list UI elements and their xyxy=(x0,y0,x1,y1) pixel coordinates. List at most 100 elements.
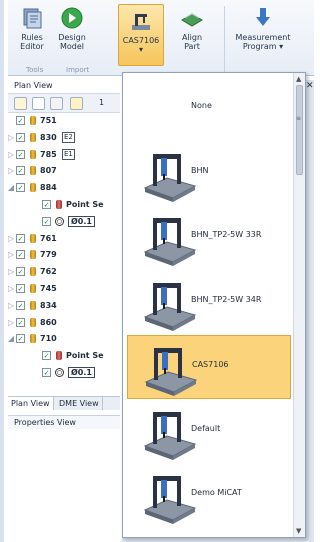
tree-expander-icon[interactable]: ▷ xyxy=(8,131,15,144)
tree-expander-icon[interactable]: ▷ xyxy=(8,265,15,278)
tab-dme-view[interactable]: DME View xyxy=(56,397,103,410)
tree-row[interactable]: ◢ ✓ 884 xyxy=(8,181,120,194)
tree-expander-icon[interactable]: ▷ xyxy=(8,282,15,295)
tree-row[interactable]: ▷ ✓ 761 xyxy=(8,232,120,245)
tree-checkbox[interactable]: ✓ xyxy=(16,317,25,327)
tree-checkbox[interactable]: ✓ xyxy=(16,166,25,176)
left-panel-tabs: Plan View DME View xyxy=(8,396,120,410)
machine-option[interactable]: None xyxy=(127,77,291,141)
measurement-program-button[interactable]: Measurement Program ▾ xyxy=(230,6,296,66)
warning-filter-icon[interactable] xyxy=(70,97,83,110)
machine-dropdown: None BHN BHN_TP2-5W 33R BHN_TP2-5W 34R CAS71… xyxy=(122,72,306,538)
machine-option-label: BHN_TP2-5W 33R xyxy=(191,230,262,239)
align-part-icon xyxy=(181,13,203,27)
tree-row-label: 785 xyxy=(40,149,57,159)
tree-checkbox[interactable]: ✓ xyxy=(16,183,25,193)
tree-expander-icon[interactable]: ▷ xyxy=(8,248,15,261)
tree-row-label: 860 xyxy=(40,317,57,327)
ribbon-separator xyxy=(224,6,225,72)
tree-row[interactable]: ✓ Point Se xyxy=(8,198,120,211)
cmm-machine-thumbnail-icon xyxy=(139,273,199,333)
tree-expander-icon[interactable]: ▷ xyxy=(8,164,15,177)
machine-option-label: None xyxy=(191,101,212,110)
tree-row[interactable]: ✓ Point Se xyxy=(8,349,120,362)
tree-row-label: 807 xyxy=(40,166,57,176)
scrollbar-thumb[interactable] xyxy=(296,85,303,175)
rules-editor-label: Rules Editor xyxy=(20,33,44,51)
align-part-label: Align Part xyxy=(181,33,203,51)
machine-option[interactable]: CAS7106 xyxy=(127,335,291,399)
tree-row[interactable]: ▷ ✓ 785 E1 xyxy=(8,148,120,161)
tab-plan-view[interactable]: Plan View xyxy=(8,397,54,410)
group-label-tools: Tools xyxy=(26,66,44,74)
machine-option[interactable]: BHN_TP2-5W 34R xyxy=(127,271,291,335)
cmm-machine-thumbnail-icon xyxy=(139,402,199,462)
part-cylinder-icon xyxy=(30,284,36,293)
tree-row[interactable]: ▷ ✓ 830 E2 xyxy=(8,131,120,144)
tree-row[interactable]: ✓ Ø0.1 xyxy=(8,215,120,228)
group-label-import: Import xyxy=(66,66,90,74)
tree-checkbox[interactable]: ✓ xyxy=(16,233,25,243)
cmm-machine-thumbnail-icon xyxy=(139,144,199,204)
tree-row[interactable]: ▷ ✓ 860 xyxy=(8,316,120,329)
tree-expander-icon[interactable]: ◢ xyxy=(8,181,15,194)
tree-checkbox[interactable]: ✓ xyxy=(16,250,25,260)
tree-row[interactable]: ▷ ✓ 762 xyxy=(8,265,120,278)
tree-row-label: Point Se xyxy=(66,351,104,361)
tree-checkbox[interactable]: ✓ xyxy=(16,132,25,142)
tree-checkbox[interactable]: ✓ xyxy=(16,149,25,159)
machine-option[interactable]: Demo MiCAT xyxy=(127,464,291,528)
tree-checkbox[interactable]: ✓ xyxy=(42,351,51,361)
tree-expander-icon[interactable]: ▷ xyxy=(8,299,15,312)
tree-row[interactable]: ✓ Ø0.1 xyxy=(8,366,120,379)
tree-checkbox[interactable]: ✓ xyxy=(42,368,51,377)
machine-option[interactable]: BHN xyxy=(127,142,291,206)
tree-expander-icon[interactable]: ▷ xyxy=(8,316,15,329)
machine-option-label: BHN_TP2-5W 34R xyxy=(191,294,262,304)
close-icon[interactable]: ✕ xyxy=(306,81,314,91)
tree-checkbox[interactable]: ✓ xyxy=(16,300,25,310)
part-cylinder-icon xyxy=(30,166,36,176)
align-part-button[interactable]: Align Part xyxy=(172,6,212,66)
rules-editor-icon xyxy=(23,8,42,29)
scroll-up-arrow-icon[interactable]: ▲ xyxy=(296,75,301,83)
tree-checkbox[interactable]: ✓ xyxy=(16,267,25,277)
machine-option[interactable]: BHN_TP2-5W 33R xyxy=(127,206,291,270)
tree-row-label: 834 xyxy=(40,300,57,310)
tree-row-label: 710 xyxy=(40,334,57,344)
tree-row-label: 745 xyxy=(40,284,57,293)
tree-checkbox[interactable]: ✓ xyxy=(16,334,25,344)
part-cylinder-icon xyxy=(30,334,36,344)
cmm-machine-icon xyxy=(132,14,150,30)
machine-option[interactable]: Default xyxy=(127,400,291,464)
tree-expander-icon[interactable]: ▷ xyxy=(8,232,15,245)
machine-option-label: Default xyxy=(191,423,221,433)
rules-editor-button[interactable]: Rules Editor xyxy=(14,6,50,66)
machine-option-label: CAS7106 xyxy=(192,360,229,369)
tree-checkbox[interactable]: ✓ xyxy=(16,284,25,293)
tree-row[interactable]: ◢ ✓ 710 xyxy=(8,332,120,345)
tree-checkbox[interactable]: ✓ xyxy=(16,116,25,125)
scroll-down-arrow-icon[interactable]: ▼ xyxy=(296,527,301,535)
tree-expander-icon[interactable]: ◢ xyxy=(8,332,15,345)
design-model-button[interactable]: Design Model xyxy=(52,6,92,66)
part-cylinder-icon xyxy=(30,300,36,310)
tree-row[interactable]: ▷ ✓ 745 xyxy=(8,282,120,295)
part-cylinder-icon xyxy=(30,183,36,193)
dropdown-scrollbar[interactable]: ▲ ≡ ▼ xyxy=(293,73,305,537)
tree-row[interactable]: ▷ ✓ 779 xyxy=(8,248,120,261)
machine-selector-button[interactable]: CAS7106 ▾ xyxy=(118,4,164,66)
tree-row[interactable]: ▷ ✓ 807 xyxy=(8,164,120,177)
tree-checkbox[interactable]: ✓ xyxy=(42,200,51,209)
tree-checkbox[interactable]: ✓ xyxy=(42,216,51,226)
cmm-machine-thumbnail-icon xyxy=(139,208,199,268)
add-feature-icon[interactable] xyxy=(32,97,45,110)
measurement-program-label: Measurement Program ▾ xyxy=(235,33,291,51)
tree-expander-icon[interactable]: ▷ xyxy=(8,148,15,161)
tree-row[interactable]: ✓ 751 xyxy=(8,114,120,127)
design-model-icon xyxy=(61,7,83,29)
edit-feature-icon[interactable] xyxy=(50,97,63,110)
group-feature-icon[interactable] xyxy=(14,97,27,110)
tree-row[interactable]: ▷ ✓ 834 xyxy=(8,299,120,312)
datum-tag: E2 xyxy=(62,131,75,143)
